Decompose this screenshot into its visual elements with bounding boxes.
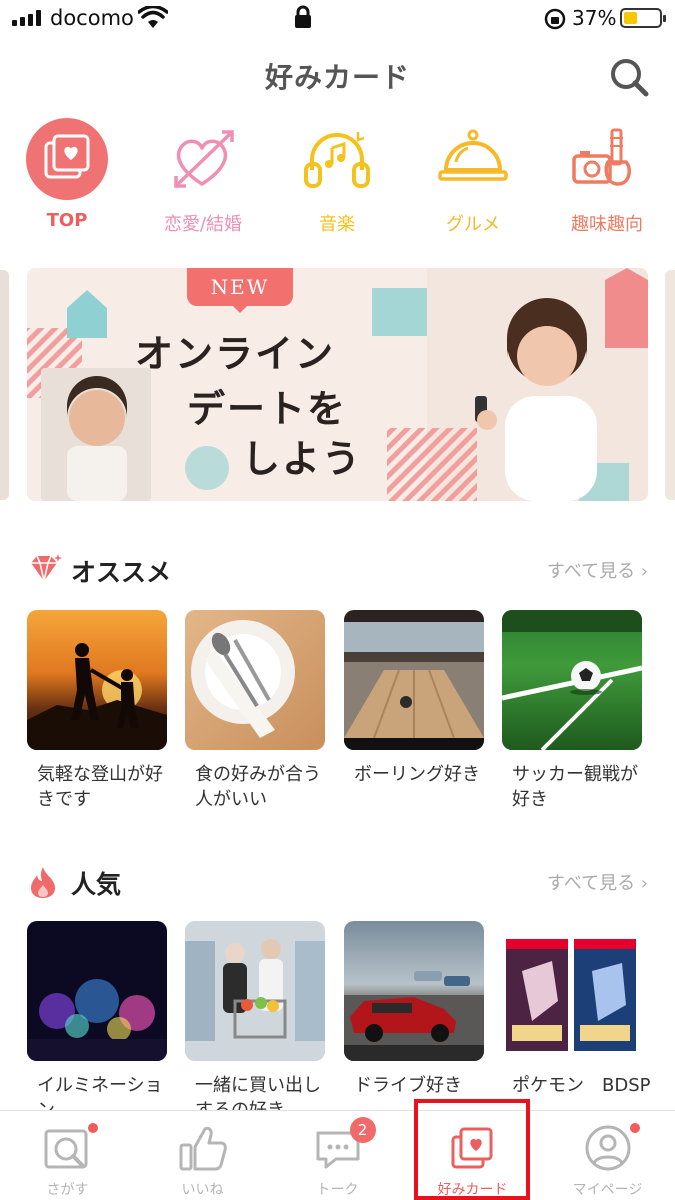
- rotation-lock-icon: [544, 8, 566, 30]
- banner-peek-previous[interactable]: [0, 270, 9, 500]
- section-title: 人気: [71, 870, 122, 899]
- highlight-box: [414, 1099, 530, 1200]
- person-icon: [582, 1123, 640, 1173]
- category-label: 音楽: [319, 214, 355, 235]
- category-top[interactable]: TOP: [2, 118, 132, 231]
- card-thumbnail: [185, 921, 325, 1061]
- banner-headline-2: デートを: [187, 387, 348, 431]
- headphones-icon: [296, 118, 378, 200]
- card-food[interactable]: 食の好みが合う人がいい: [185, 610, 325, 812]
- category-label: グルメ: [446, 214, 500, 235]
- notification-dot: [87, 1123, 98, 1133]
- category-love[interactable]: 恋愛/結婚: [138, 118, 268, 236]
- thumbs-up-icon: [177, 1123, 229, 1173]
- unread-badge: 2: [349, 1117, 376, 1143]
- card-thumbnail: [502, 921, 642, 1061]
- card-thumbnail: [27, 921, 167, 1061]
- card-soccer[interactable]: サッカー観戦が好き: [502, 610, 642, 812]
- see-all-link[interactable]: すべて見る ›: [547, 869, 648, 895]
- card-shopping[interactable]: 一緒に買い出しするの好き: [185, 921, 325, 1123]
- card-thumbnail: [185, 610, 325, 750]
- heart-arrow-icon: [162, 118, 244, 200]
- banner-headline-3: しよう: [242, 437, 363, 481]
- tab-search[interactable]: さがす: [0, 1111, 135, 1200]
- card-illumination[interactable]: イルミネーション: [27, 921, 167, 1123]
- category-label: TOP: [46, 210, 88, 231]
- section-popular-header: 人気 すべて見る ›: [27, 863, 648, 899]
- card-caption: 気軽な登山が好きです: [37, 764, 163, 810]
- tab-bar: さがす いいね 2 トーク 好みカード マイページ: [0, 1110, 675, 1200]
- tab-label: さがす: [46, 1182, 89, 1198]
- wifi-icon: [138, 6, 168, 28]
- card-caption: ポケモン BDSP: [512, 1075, 651, 1096]
- tab-likes[interactable]: いいね: [135, 1111, 270, 1200]
- chat-icon: 2: [312, 1117, 376, 1173]
- flame-icon: [31, 867, 55, 898]
- card-thumbnail: [344, 610, 484, 750]
- section-recommended-header: オススメ すべて見る ›: [27, 551, 648, 587]
- lock-icon: [295, 5, 311, 28]
- category-gourmet[interactable]: グルメ: [408, 118, 538, 236]
- signal-icon: [12, 10, 41, 26]
- battery-percent: 37%: [572, 6, 617, 30]
- category-label: 恋愛/結婚: [163, 214, 243, 235]
- banner-headline-1: オンライン: [135, 332, 336, 376]
- card-pokemon[interactable]: ポケモン BDSP: [502, 921, 651, 1098]
- tab-mypage[interactable]: マイページ: [540, 1111, 675, 1200]
- card-mountain[interactable]: 気軽な登山が好きです: [27, 610, 167, 812]
- cloche-icon: [432, 118, 514, 200]
- cards-heart-icon: [26, 118, 108, 200]
- banner-peek-next[interactable]: [665, 270, 675, 500]
- page-title: 好みカード: [264, 61, 410, 94]
- search-icon[interactable]: [608, 56, 650, 98]
- category-bar: TOP 恋愛/結婚 音楽 グルメ 趣味趣向: [0, 118, 675, 238]
- section-title: オススメ: [71, 558, 172, 587]
- battery-icon: [620, 8, 666, 28]
- card-bowling[interactable]: ボーリング好き: [344, 610, 484, 787]
- card-thumbnail: [502, 610, 642, 750]
- search-tab-icon: [42, 1123, 98, 1173]
- card-thumbnail: [27, 610, 167, 750]
- promo-banner[interactable]: NEW オンライン デートを しよう: [27, 268, 648, 501]
- card-caption: ドライブ好き: [354, 1075, 462, 1096]
- new-tag: NEW: [187, 268, 293, 313]
- card-caption: ボーリング好き: [354, 764, 480, 785]
- notification-dot: [629, 1123, 640, 1133]
- tab-talk[interactable]: 2 トーク: [270, 1111, 405, 1200]
- diamond-icon: [31, 554, 62, 582]
- carrier-name: docomo: [50, 6, 134, 30]
- tab-label: いいね: [181, 1182, 224, 1198]
- status-bar: docomo 37%: [0, 0, 675, 40]
- card-drive[interactable]: ドライブ好き: [344, 921, 484, 1098]
- card-caption: 食の好みが合う人がいい: [195, 764, 321, 810]
- card-thumbnail: [344, 921, 484, 1061]
- camera-guitar-icon: [566, 118, 648, 200]
- see-all-link[interactable]: すべて見る ›: [547, 557, 648, 583]
- card-caption: サッカー観戦が好き: [512, 764, 638, 810]
- category-hobby[interactable]: 趣味趣向: [542, 118, 672, 236]
- category-label: 趣味趣向: [571, 214, 643, 235]
- tab-label: トーク: [316, 1182, 359, 1198]
- tab-label: マイページ: [572, 1182, 643, 1198]
- category-music[interactable]: 音楽: [272, 118, 402, 236]
